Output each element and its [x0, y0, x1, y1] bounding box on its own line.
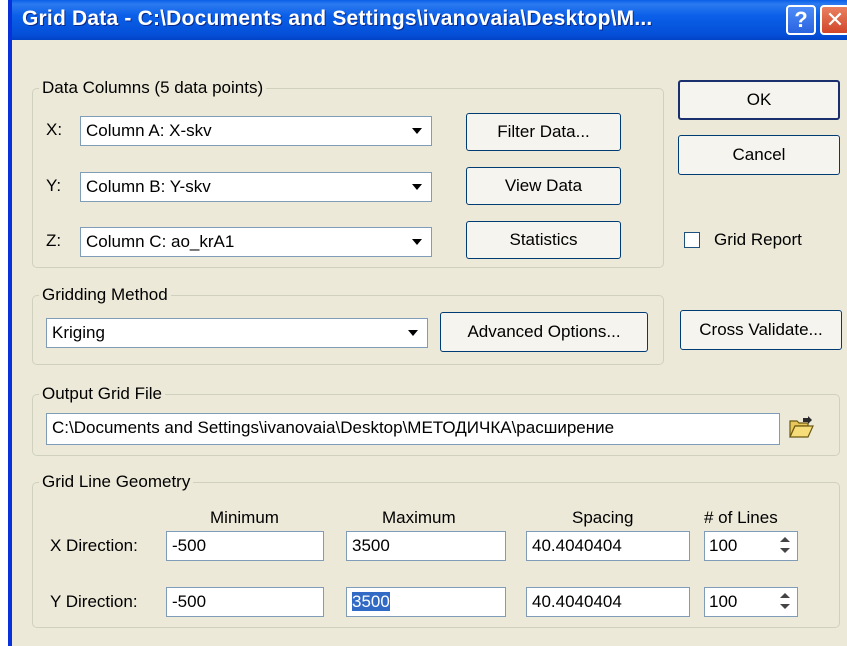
- filter-data-button[interactable]: Filter Data...: [466, 113, 621, 151]
- close-button[interactable]: ✕: [820, 5, 847, 35]
- ok-button[interactable]: OK: [678, 80, 840, 120]
- y-minimum-input[interactable]: -500: [166, 587, 324, 617]
- x-direction-label: X Direction:: [50, 536, 138, 555]
- gridding-method-legend: Gridding Method: [42, 285, 168, 304]
- grid-report-checkbox[interactable]: [684, 232, 700, 248]
- grid-line-geometry-legend: Grid Line Geometry: [42, 472, 191, 491]
- y-spacing-input[interactable]: 40.4040404: [526, 587, 690, 617]
- spacing-header: Spacing: [572, 508, 634, 527]
- close-icon: ✕: [825, 7, 845, 32]
- y-maximum-selected-text: 3500: [352, 592, 390, 611]
- y-maximum-input[interactable]: 3500: [346, 587, 506, 617]
- x-lines-value: 100: [709, 536, 738, 555]
- gridding-method-value: Kriging: [52, 323, 105, 342]
- y-column-select[interactable]: Column B: Y-skv: [80, 172, 432, 202]
- window-title: Grid Data - C:\Documents and Settings\iv…: [22, 7, 653, 30]
- chevron-down-icon[interactable]: [405, 119, 429, 143]
- lines-header: # of Lines: [704, 508, 778, 527]
- statistics-button[interactable]: Statistics: [466, 221, 621, 259]
- z-column-value: Column C: ao_krA1: [86, 232, 235, 251]
- y-lines-value: 100: [709, 592, 738, 611]
- cancel-button[interactable]: Cancel: [678, 135, 840, 175]
- grid-report-label: Grid Report: [714, 230, 802, 249]
- output-file-path-input[interactable]: C:\Documents and Settings\ivanovaia\Desk…: [46, 413, 780, 445]
- gridding-method-select[interactable]: Kriging: [46, 318, 428, 348]
- chevron-down-icon[interactable]: [401, 321, 425, 345]
- y-direction-label: Y Direction:: [50, 592, 138, 611]
- grid-data-dialog: Grid Data - C:\Documents and Settings\iv…: [8, 0, 847, 646]
- x-spacing-input[interactable]: 40.4040404: [526, 531, 690, 561]
- y-lines-stepper[interactable]: 100: [704, 587, 798, 617]
- spin-arrows-icon[interactable]: [775, 534, 795, 558]
- help-button[interactable]: ?: [786, 5, 816, 35]
- y-column-value: Column B: Y-skv: [86, 177, 211, 196]
- x-column-label: X:: [46, 120, 63, 139]
- chevron-down-icon[interactable]: [405, 230, 429, 254]
- title-bar[interactable]: Grid Data - C:\Documents and Settings\iv…: [12, 0, 847, 40]
- y-column-label: Y:: [46, 176, 62, 195]
- x-maximum-input[interactable]: 3500: [346, 531, 506, 561]
- z-column-label: Z:: [46, 231, 62, 250]
- output-grid-file-legend: Output Grid File: [42, 384, 162, 403]
- chevron-down-icon[interactable]: [405, 175, 429, 199]
- z-column-select[interactable]: Column C: ao_krA1: [80, 227, 432, 257]
- spin-arrows-icon[interactable]: [775, 590, 795, 614]
- x-column-value: Column A: X-skv: [86, 121, 212, 140]
- cross-validate-button[interactable]: Cross Validate...: [680, 310, 842, 350]
- minimum-header: Minimum: [210, 508, 279, 527]
- help-icon: ?: [794, 7, 808, 32]
- open-folder-icon[interactable]: [788, 416, 814, 440]
- data-columns-legend: Data Columns (5 data points): [42, 78, 264, 97]
- x-lines-stepper[interactable]: 100: [704, 531, 798, 561]
- maximum-header: Maximum: [382, 508, 456, 527]
- x-minimum-input[interactable]: -500: [166, 531, 324, 561]
- x-column-select[interactable]: Column A: X-skv: [80, 116, 432, 146]
- view-data-button[interactable]: View Data: [466, 167, 621, 205]
- advanced-options-button[interactable]: Advanced Options...: [440, 312, 648, 352]
